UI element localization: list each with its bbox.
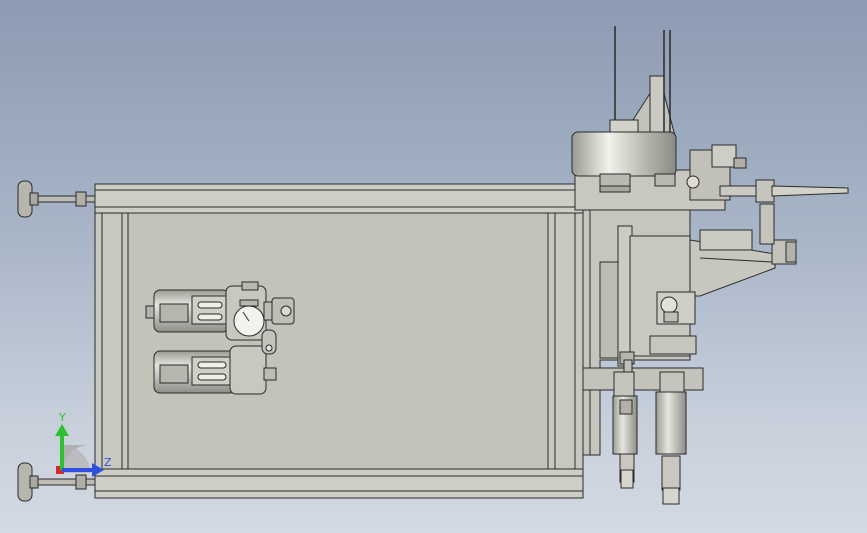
- pneumatic-cylinder-left[interactable]: [612, 359, 638, 489]
- machine-model[interactable]: [0, 0, 867, 533]
- pneumatic-cylinder-right[interactable]: [655, 371, 687, 505]
- axis-label-y: Y: [59, 411, 66, 424]
- leveling-foot-top: [17, 180, 96, 218]
- axis-label-z: Z: [104, 456, 112, 469]
- main-frame[interactable]: [94, 183, 584, 499]
- cad-3d-viewport[interactable]: Y Z: [0, 0, 867, 533]
